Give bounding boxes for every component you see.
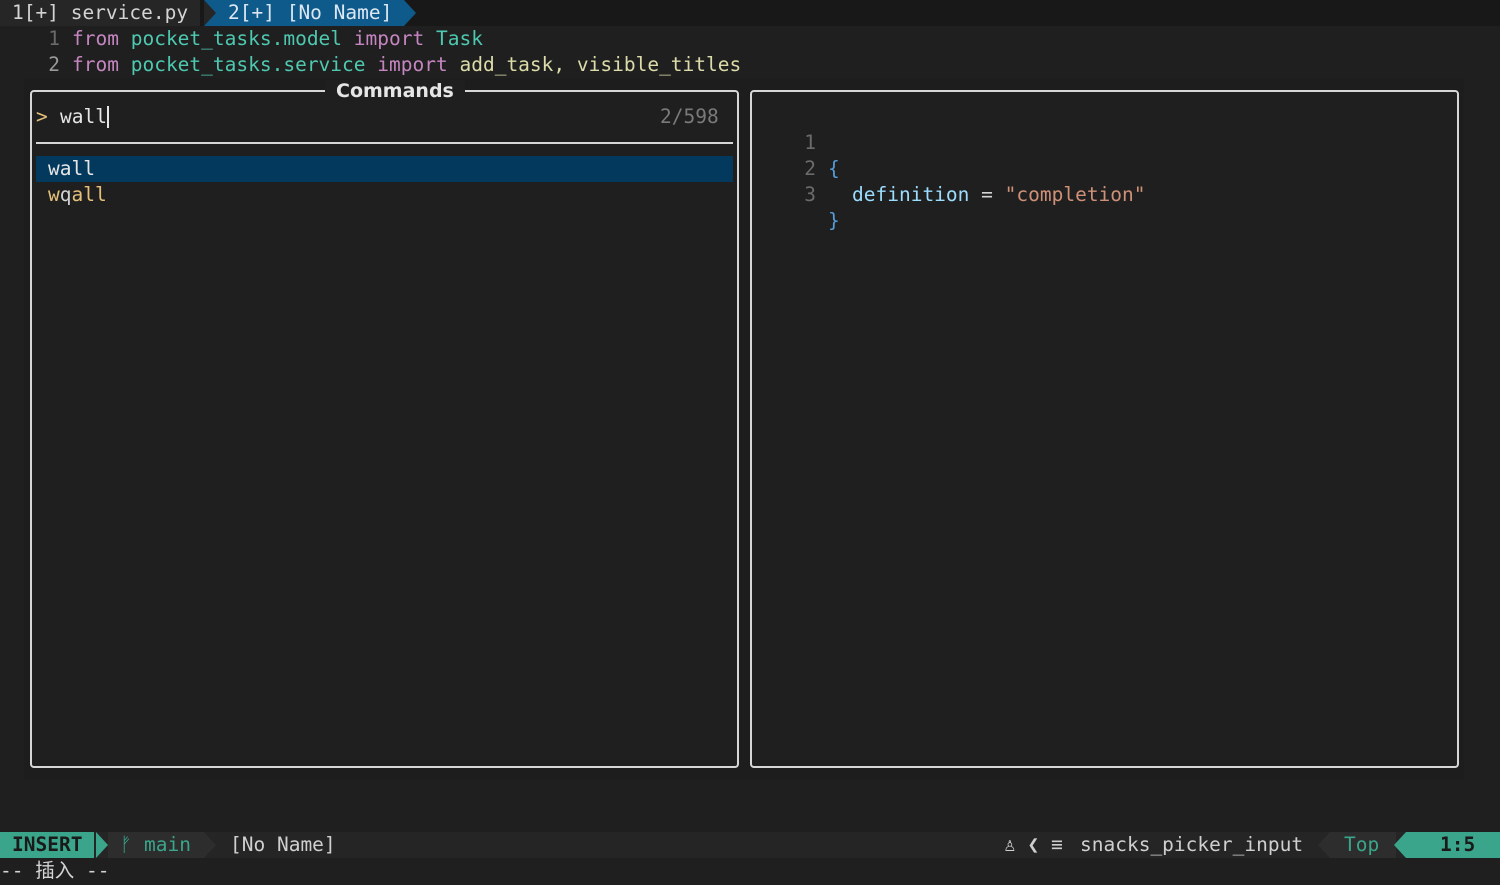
preview-key: definition [852, 183, 970, 206]
cursor-position: 1:5 [1440, 833, 1476, 856]
keyword: import [377, 53, 448, 76]
file-type: snacks_picker_input [1080, 833, 1304, 856]
import-names: Task [436, 27, 483, 50]
segment-separator [1318, 832, 1330, 858]
tab-service-py[interactable]: 1[+] service.py [0, 0, 201, 26]
mode-indicator: INSERT [0, 832, 95, 858]
preview-line: 3 } [0, 156, 1500, 232]
git-branch-icon: ᚠ [120, 833, 132, 856]
preview-line: 1 { [0, 104, 1500, 180]
tabline: 1[+] service.py 2[+] [No Name] [0, 0, 1500, 26]
list-item-label: wqall [48, 183, 107, 206]
filetype-icons: ♙ ❮ ≡ [1004, 833, 1063, 856]
preview-text: } [828, 209, 840, 232]
statusline: INSERT ᚠ main [No Name] ♙ ❮ ≡ snacks_pic… [0, 832, 1500, 858]
module-name: pocket_tasks.model [130, 27, 343, 50]
keyword: import [353, 27, 425, 50]
command-line[interactable]: -- 插入 -- [0, 858, 109, 884]
module-name: pocket_tasks.service [130, 53, 366, 76]
scroll-position: Top [1344, 833, 1380, 856]
segment-separator [96, 832, 108, 858]
list-item-wqall[interactable]: wqall [36, 182, 733, 208]
git-branch: main [144, 833, 191, 856]
segment-separator [204, 832, 216, 858]
picker-title: Commands [325, 80, 465, 102]
code-line[interactable]: 2 from pocket_tasks.service import add_t… [0, 52, 1500, 78]
keyword: from [72, 53, 119, 76]
line-number: 3 [804, 183, 816, 206]
tab-no-name[interactable]: 2[+] [No Name] [216, 0, 405, 26]
import-names: add_task, visible_titles [459, 53, 742, 76]
file-name: [No Name] [230, 833, 336, 856]
preview-value: "completion" [1004, 183, 1146, 206]
preview-operator: = [969, 183, 1005, 206]
line-number: 2 [48, 53, 60, 76]
line-number: 1 [48, 27, 60, 50]
preview-line: 2 definition = "completion" [0, 130, 1500, 206]
keyword: from [72, 27, 119, 50]
code-line[interactable]: 1 from pocket_tasks.model import Task [0, 26, 1500, 52]
tab-separator [404, 0, 416, 26]
tab-separator [204, 0, 216, 26]
segment-separator [1394, 832, 1406, 858]
